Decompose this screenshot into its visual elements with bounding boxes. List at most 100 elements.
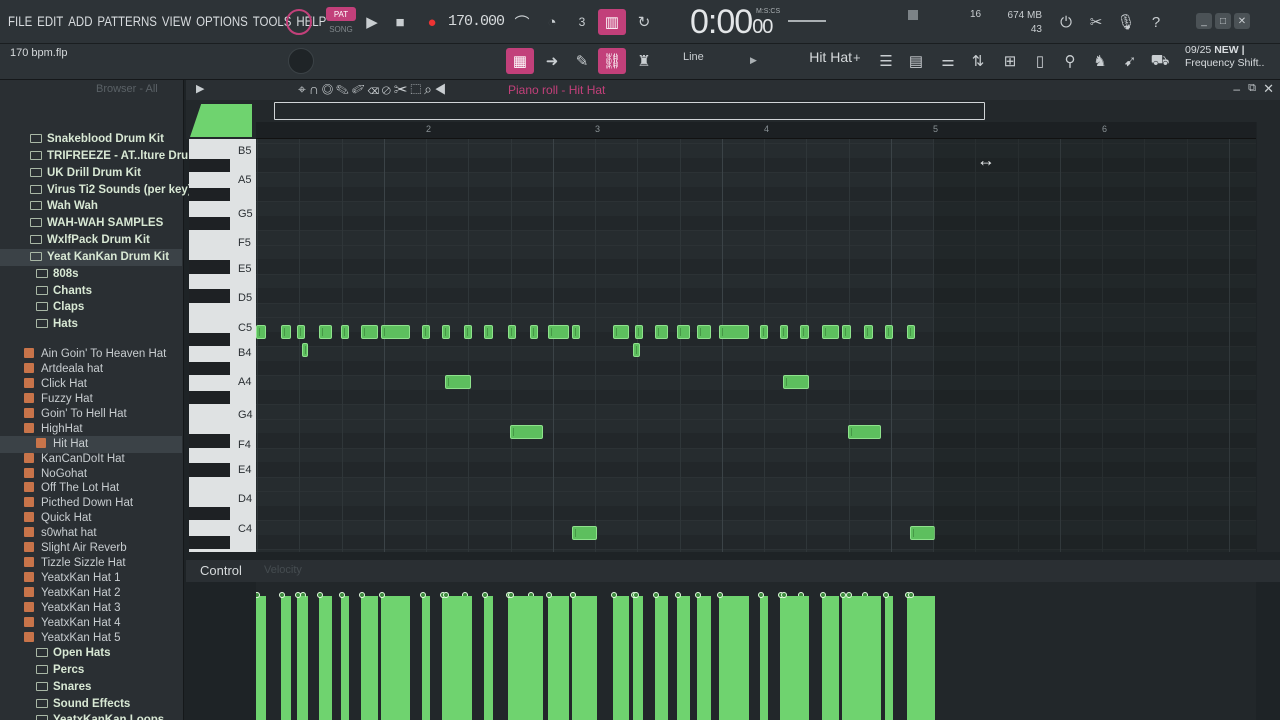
velocity-bar[interactable] [548,596,569,720]
velocity-bar[interactable] [910,596,936,720]
velocity-bar[interactable] [484,596,493,720]
piano-keyboard[interactable]: B5 A5 G5 F5 E5 D5 C5 B4 A4 G4 F4 E4 D4 C4 [189,139,256,552]
note[interactable] [864,325,873,339]
delete-icon[interactable]: ⌫ [368,81,382,97]
paint-icon[interactable]: ✐ [352,81,368,97]
channel-selector[interactable]: Hit Hat [792,49,852,65]
velocity-handle[interactable] [419,592,426,598]
black-key[interactable] [189,535,230,549]
velocity-bar[interactable] [783,596,809,720]
snap-icon[interactable]: ∩ [309,81,322,97]
browser-folder[interactable]: Percs [0,662,182,679]
velocity-bar[interactable] [759,596,769,720]
velocity-bar[interactable] [654,596,669,720]
note[interactable] [612,325,630,339]
note[interactable] [632,343,640,357]
browser-folder[interactable]: WxlfPack Drum Kit [0,232,182,249]
note[interactable] [441,325,451,339]
window-close-icon[interactable]: ✕ [1263,81,1274,97]
browser-folder[interactable]: Yeat KanKan Drum Kit [0,249,182,266]
draw-icon[interactable]: ✎ [336,81,352,97]
tempo-display[interactable]: 170.000 [448,13,505,30]
window-minimize-icon[interactable]: – [1233,82,1240,96]
note[interactable] [800,325,809,339]
menu-view[interactable]: VIEW [162,13,191,29]
master-volume-knob[interactable] [286,9,312,35]
browser-folder[interactable]: Sound Effects [0,696,182,713]
wait-input-icon[interactable]: ◔ [538,9,566,35]
velocity-handle[interactable] [570,592,577,598]
velocity-bar[interactable] [676,596,691,720]
loop-icon[interactable]: ◎ [322,81,336,97]
microphone-icon[interactable]: 🎙 [1112,9,1140,35]
channel-rack-icon[interactable]: ▤ [902,48,930,74]
note[interactable] [507,325,517,339]
velocity-bar[interactable] [634,596,643,720]
note[interactable] [463,325,473,339]
velocity-bar[interactable] [381,596,410,720]
velocity-handle[interactable] [717,592,724,598]
help-icon[interactable]: ? [1142,9,1170,35]
note[interactable] [301,343,309,357]
velocity-handle[interactable] [294,592,301,598]
note[interactable] [340,325,349,339]
maximize-icon[interactable]: □ [1215,13,1231,29]
velocity-handle[interactable] [882,592,889,598]
browser-folder[interactable]: Snakeblood Drum Kit [0,131,182,148]
velocity-bar[interactable] [884,596,894,720]
note[interactable] [360,325,378,339]
document-icon[interactable]: ▯ [1026,48,1054,74]
velocity-bar[interactable] [281,596,292,720]
speaker-icon[interactable]: ◀ [435,81,449,97]
power-icon[interactable]: ⏻ [1052,9,1080,35]
browser-folder[interactable]: Virus Ti2 Sounds (per key) [0,182,192,199]
velocity-bar[interactable] [421,596,431,720]
velocity-handle[interactable] [632,592,639,598]
note[interactable] [779,325,789,339]
arrow-right-icon[interactable]: ➜ [538,48,566,74]
black-key[interactable] [189,158,230,172]
black-key[interactable] [189,434,230,448]
note[interactable] [697,325,711,339]
black-key[interactable] [189,390,230,404]
slice-icon[interactable]: ✂ [394,81,410,97]
magnet-icon[interactable]: ⌖ [298,81,309,97]
menu-file[interactable]: FILE [8,13,32,29]
note[interactable] [445,375,471,389]
black-key[interactable] [189,332,230,346]
black-key[interactable] [189,463,230,477]
note[interactable] [381,325,410,339]
add-icon[interactable]: + [853,50,861,65]
note[interactable] [654,325,669,339]
note[interactable] [822,325,840,339]
note[interactable] [281,325,292,339]
velocity-bar[interactable] [296,596,305,720]
velocity-handle[interactable] [610,592,617,598]
control-label[interactable]: Control [200,563,242,578]
record-icon[interactable]: ● [418,9,446,35]
velocity-bar[interactable] [697,596,711,720]
velocity-handle[interactable] [507,592,514,598]
black-key[interactable] [189,361,230,375]
browser-folder[interactable]: TRIFREEZE - AT..lture Drum Kit [0,148,217,165]
note[interactable] [572,526,598,540]
close-icon[interactable]: ✕ [1234,13,1250,29]
browser-folder[interactable]: 808s [0,266,182,283]
note[interactable] [719,325,750,339]
note[interactable] [529,325,539,339]
note[interactable] [548,325,569,339]
velocity-handle[interactable] [845,592,852,598]
piano-roll-menu-icon[interactable]: ▶ [196,82,204,95]
velocity-lane[interactable] [256,582,1256,720]
pat-mode-button[interactable]: PAT [326,7,356,21]
control-parameter[interactable]: Velocity [264,564,302,576]
vertical-scrollbar[interactable] [1257,122,1280,552]
velocity-handle[interactable] [674,592,681,598]
velocity-bar[interactable] [360,596,378,720]
note[interactable] [759,325,769,339]
note[interactable] [296,325,305,339]
menu-edit[interactable]: EDIT [37,13,63,29]
note[interactable] [906,325,916,339]
pencil-icon[interactable]: ✎ [568,48,596,74]
zoom-icon[interactable]: ⌕ [424,81,435,97]
